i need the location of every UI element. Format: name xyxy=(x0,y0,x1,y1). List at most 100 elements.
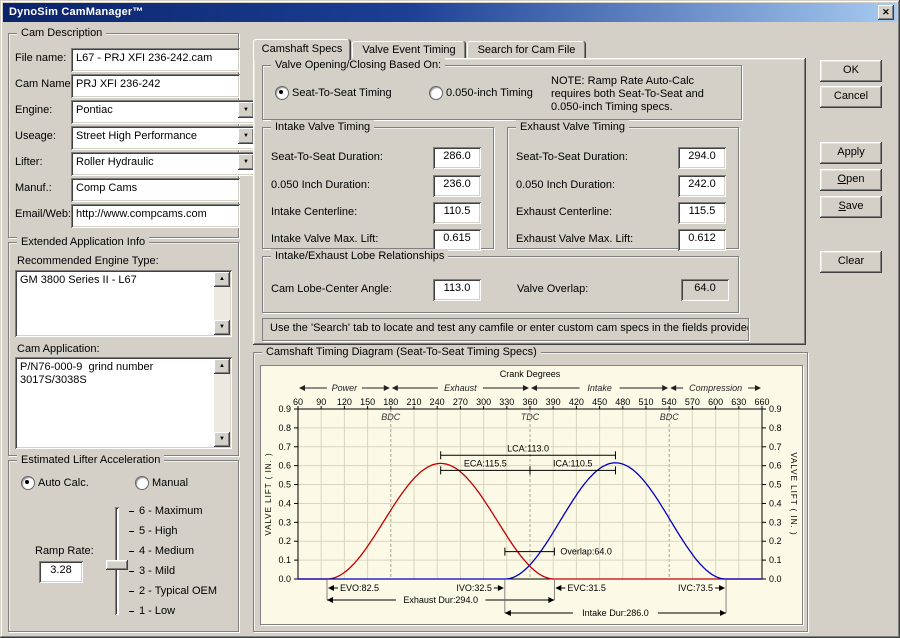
lifter-value: Roller Hydraulic xyxy=(76,156,154,168)
svg-text:0.7: 0.7 xyxy=(278,442,291,452)
save-button[interactable]: Save xyxy=(820,196,882,218)
svg-text:180: 180 xyxy=(383,397,398,407)
file-name-input[interactable]: L67 - PRJ XFI 236-242.cam xyxy=(71,48,240,72)
lifter-acceleration-group: Estimated Lifter Acceleration Auto Calc.… xyxy=(8,453,239,632)
search-hint-bar: Use the 'Search' tab to locate and test … xyxy=(262,318,749,341)
svg-text:240: 240 xyxy=(430,397,445,407)
exhaust-max-lift-input[interactable]: 0.612 xyxy=(678,229,726,251)
application-scrollbar[interactable]: ▲ ▼ xyxy=(214,359,230,447)
intake-050-duration-input[interactable]: 236.0 xyxy=(433,175,481,197)
exhaust-valve-timing-group: Exhaust Valve Timing Seat-To-Seat Durati… xyxy=(507,120,739,251)
camshaft-specs-panel: Valve Opening/Closing Based On: Seat-To-… xyxy=(253,58,806,345)
cam-name-label: Cam Name: xyxy=(15,78,74,90)
intake-centerline-input[interactable]: 110.5 xyxy=(433,202,481,224)
exhaust-s2s-duration-input[interactable]: 294.0 xyxy=(678,147,726,169)
manual-radio[interactable] xyxy=(135,476,149,490)
slider-scale-5: 5 - High xyxy=(139,525,178,537)
cam-name-input[interactable]: PRJ XFI 236-242 xyxy=(71,74,240,98)
svg-text:450: 450 xyxy=(592,397,607,407)
chevron-down-icon: ▼ xyxy=(243,159,249,165)
svg-text:630: 630 xyxy=(731,397,746,407)
lifter-dropdown-button[interactable]: ▼ xyxy=(238,154,254,170)
tab-valve-event-timing[interactable]: Valve Event Timing xyxy=(352,41,466,59)
intake-max-lift-input[interactable]: 0.615 xyxy=(433,229,481,251)
scroll-down-button[interactable]: ▼ xyxy=(214,320,230,335)
slider-scale-3: 3 - Mild xyxy=(139,565,176,577)
svg-text:Exhaust: Exhaust xyxy=(444,383,477,393)
engine-select[interactable]: Pontiac ▼ xyxy=(71,100,256,124)
svg-text:390: 390 xyxy=(546,397,561,407)
manuf-input[interactable]: Comp Cams xyxy=(71,178,240,202)
svg-text:0.5: 0.5 xyxy=(278,480,291,490)
svg-text:Compression: Compression xyxy=(689,383,742,393)
svg-text:EVO:82.5: EVO:82.5 xyxy=(340,583,379,593)
title-bar[interactable]: DynoSim CamManager™ ✕ xyxy=(3,3,897,22)
auto-calc-label: Auto Calc. xyxy=(38,477,89,489)
svg-text:0.5: 0.5 xyxy=(769,480,782,490)
cam-application-textarea[interactable]: P/N76-000-9 grind number 3017S/3038S ▲ ▼ xyxy=(15,357,232,449)
svg-text:0.2: 0.2 xyxy=(769,536,782,546)
lobe-center-angle-label: Cam Lobe-Center Angle: xyxy=(271,283,393,295)
intake-s2s-duration-input[interactable]: 286.0 xyxy=(433,147,481,169)
svg-text:0.9: 0.9 xyxy=(278,404,291,414)
exhaust-centerline-input[interactable]: 115.5 xyxy=(678,202,726,224)
svg-text:210: 210 xyxy=(406,397,421,407)
useage-label: Useage: xyxy=(15,130,56,142)
slider-scale-6: 6 - Maximum xyxy=(139,505,203,517)
useage-select[interactable]: Street High Performance ▼ xyxy=(71,126,256,150)
valve-basis-group: Valve Opening/Closing Based On: Seat-To-… xyxy=(262,58,742,120)
cam-application-label: Cam Application: xyxy=(17,343,100,355)
lifter-select[interactable]: Roller Hydraulic ▼ xyxy=(71,152,256,176)
svg-text:0.7: 0.7 xyxy=(769,442,782,452)
svg-text:0.3: 0.3 xyxy=(278,517,291,527)
ramp-rate-slider-thumb[interactable] xyxy=(106,560,128,570)
seat-to-seat-radio[interactable] xyxy=(275,86,289,100)
lobe-center-angle-input[interactable]: 113.0 xyxy=(433,279,481,301)
tab-label: Search for Cam File xyxy=(477,44,576,56)
inch-timing-radio[interactable] xyxy=(429,86,443,100)
timing-diagram-group: Camshaft Timing Diagram (Seat-To-Seat Ti… xyxy=(253,345,808,632)
manual-label: Manual xyxy=(152,477,189,489)
slider-scale-4: 4 - Medium xyxy=(139,545,195,557)
svg-text:600: 600 xyxy=(708,397,723,407)
svg-text:420: 420 xyxy=(569,397,584,407)
svg-text:ICA:110.5: ICA:110.5 xyxy=(553,458,592,468)
close-button[interactable]: ✕ xyxy=(878,5,894,20)
svg-text:150: 150 xyxy=(360,397,375,407)
ok-button[interactable]: OK xyxy=(820,60,882,82)
manuf-label: Manuf.: xyxy=(15,182,52,194)
intake-s2s-duration-label: Seat-To-Seat Duration: xyxy=(271,151,383,163)
svg-text:0.1: 0.1 xyxy=(769,555,782,565)
open-button[interactable]: Open xyxy=(820,169,882,191)
apply-button[interactable]: Apply xyxy=(820,142,882,164)
svg-text:Power: Power xyxy=(332,383,359,393)
svg-text:Intake Dur:286.0: Intake Dur:286.0 xyxy=(582,608,649,618)
useage-dropdown-button[interactable]: ▼ xyxy=(238,128,254,144)
app-window: DynoSim CamManager™ ✕ Cam Description Fi… xyxy=(0,0,900,638)
recommended-engine-type-textarea[interactable]: GM 3800 Series II - L67 ▲ ▼ xyxy=(15,270,232,337)
engine-dropdown-button[interactable]: ▼ xyxy=(238,102,254,118)
svg-text:0.8: 0.8 xyxy=(769,423,782,433)
ramp-rate-label: Ramp Rate: xyxy=(35,545,94,557)
svg-text:0.2: 0.2 xyxy=(278,536,291,546)
engine-label: Engine: xyxy=(15,104,53,116)
tab-camshaft-specs[interactable]: Camshaft Specs xyxy=(253,39,351,60)
email-web-input[interactable]: http://www.compcams.com xyxy=(71,204,240,228)
auto-calc-radio[interactable] xyxy=(21,476,35,490)
clear-button[interactable]: Clear xyxy=(820,251,882,273)
cam-description-group: Cam Description File name: L67 - PRJ XFI… xyxy=(8,26,256,238)
exhaust-050-duration-input[interactable]: 242.0 xyxy=(678,175,726,197)
window-title: DynoSim CamManager™ xyxy=(9,6,144,18)
svg-text:VALVE LIFT ( IN. ): VALVE LIFT ( IN. ) xyxy=(264,452,273,535)
tab-label: Camshaft Specs xyxy=(261,43,343,55)
scroll-down-button[interactable]: ▼ xyxy=(214,432,230,447)
recommended-scrollbar[interactable]: ▲ ▼ xyxy=(214,272,230,335)
intake-valve-timing-group: Intake Valve Timing Seat-To-Seat Duratio… xyxy=(262,120,494,251)
cancel-button[interactable]: Cancel xyxy=(820,86,882,108)
svg-text:0.6: 0.6 xyxy=(769,461,782,471)
scroll-up-button[interactable]: ▲ xyxy=(214,272,230,287)
tab-search-for-cam-file[interactable]: Search for Cam File xyxy=(467,41,586,59)
exhaust-centerline-label: Exhaust Centerline: xyxy=(516,206,612,218)
scroll-up-button[interactable]: ▲ xyxy=(214,359,230,374)
svg-text:Intake: Intake xyxy=(587,383,612,393)
